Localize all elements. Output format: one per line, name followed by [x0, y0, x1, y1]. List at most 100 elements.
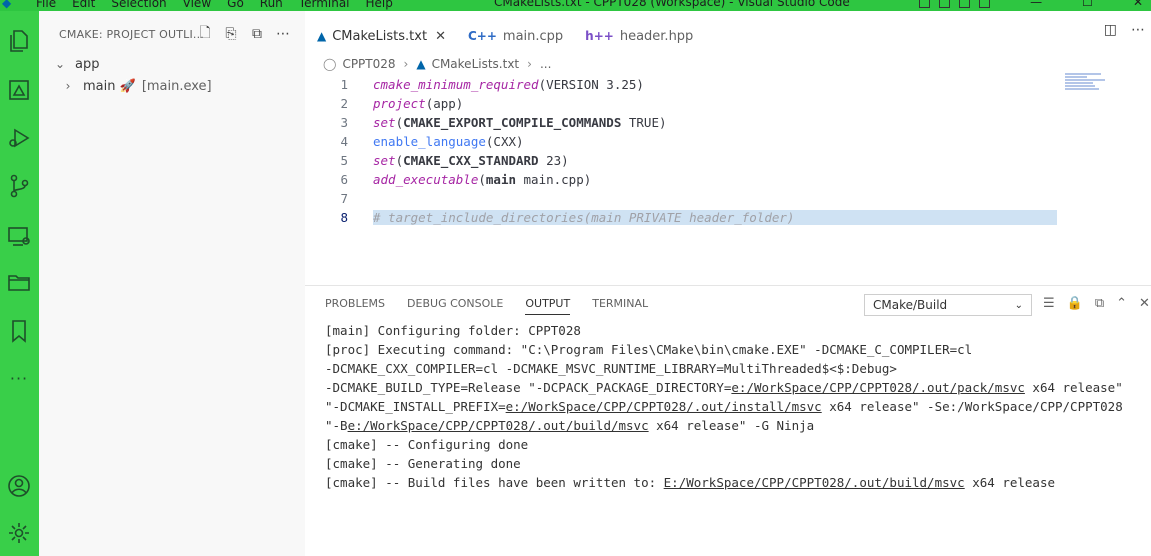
code-text: set(CMAKE_EXPORT_COMPILE_COMMANDS TRUE) [373, 115, 667, 130]
remote-explorer-icon[interactable] [4, 221, 34, 251]
line-number: 1 [340, 77, 348, 92]
chevron-right-icon: › [403, 57, 409, 71]
more-actions-icon[interactable]: ⋯ [275, 26, 291, 42]
line-number: 7 [340, 191, 348, 206]
tree-item-app[interactable]: ⌄ app [53, 53, 100, 75]
menu-selection[interactable]: Selection [111, 0, 166, 10]
code-text: # target_include_directories(main PRIVAT… [373, 210, 1057, 225]
output-channel-select[interactable]: CMake/Build ⌄ [864, 294, 1032, 316]
close-panel-icon[interactable]: ✕ [1139, 296, 1150, 311]
panel-actions: ☰ 🔒 ⧉ ⌃ ✕ [1043, 296, 1150, 311]
folder-circle-icon: ◯ [323, 57, 337, 71]
window-controls: — ☐ ✕ [910, 0, 1151, 9]
code-line: 2 project(app) [305, 94, 1065, 113]
menu-help[interactable]: Help [366, 0, 393, 10]
breadcrumb-file[interactable]: CMakeLists.txt [432, 57, 520, 71]
output-log[interactable]: [main] Configuring folder: CPPT028 [proc… [325, 321, 1123, 492]
chevron-down-icon: ⌄ [54, 57, 66, 71]
tab-output[interactable]: OUTPUT [525, 297, 571, 315]
code-text: enable_language(CXX) [373, 134, 524, 149]
close-window-icon[interactable]: ✕ [1133, 0, 1143, 9]
tab-header-hpp[interactable]: h++ header.hpp [573, 22, 703, 50]
tree-item-label: main 🚀 [83, 78, 136, 94]
code-line: 5 set(CMAKE_CXX_STANDARD 23) [305, 151, 1065, 170]
breadcrumb-folder[interactable]: CPPT028 [342, 57, 395, 71]
line-number: 8 [340, 210, 348, 225]
code-text: add_executable(main main.cpp) [373, 172, 592, 187]
code-line: 3 set(CMAKE_EXPORT_COMPILE_COMMANDS TRUE… [305, 113, 1065, 132]
line-number: 2 [340, 96, 348, 111]
editor-actions: ◫ ⋯ [1104, 22, 1145, 38]
output-channel-value: CMake/Build [873, 298, 948, 312]
clear-output-icon[interactable]: ☰ [1043, 296, 1055, 311]
split-editor-icon[interactable]: ◫ [1104, 22, 1117, 38]
tab-label: header.hpp [619, 28, 694, 44]
tree-item-label: app [75, 56, 100, 72]
line-number: 6 [340, 172, 348, 187]
open-in-editor-icon[interactable]: ⧉ [1095, 296, 1104, 311]
close-icon[interactable]: ✕ [435, 29, 446, 44]
tab-main-cpp[interactable]: C++ main.cpp [456, 22, 573, 50]
menu-terminal[interactable]: Terminal [299, 0, 350, 10]
tree-item-main[interactable]: › main 🚀 [main.exe] [61, 75, 212, 97]
activity-bar: ··· [0, 11, 39, 556]
tab-label: main.cpp [502, 28, 564, 44]
code-text: project(app) [373, 96, 464, 111]
vscode-logo-icon: ◆ [2, 0, 12, 10]
layout-panel-icon[interactable] [939, 0, 951, 8]
maximize-icon[interactable]: ☐ [1082, 0, 1093, 9]
layout-sidebar-icon[interactable] [919, 0, 931, 8]
hpp-icon: h++ [585, 29, 614, 43]
panel-tabs: PROBLEMS DEBUG CONSOLE OUTPUT TERMINAL [325, 297, 648, 315]
window-title: CMakeLists.txt - CPPT028 (Workspace) - V… [494, 0, 850, 9]
code-text: set(CMAKE_CXX_STANDARD 23) [373, 153, 569, 168]
editor-tabs: ▲ CMakeLists.txt ✕ C++ main.cpp h++ head… [305, 22, 1151, 50]
chevron-right-icon: › [65, 79, 71, 93]
source-control-icon[interactable] [4, 171, 34, 201]
settings-gear-icon[interactable] [4, 518, 34, 548]
cmake-icon: ▲ [416, 57, 426, 71]
cmake-activity-icon[interactable] [4, 75, 34, 105]
menu-bar: ◆ File Edit Selection View Go Run Termin… [0, 0, 393, 11]
tab-label: CMakeLists.txt [332, 28, 428, 44]
configure-icon[interactable]: ⎘ [223, 26, 239, 42]
menu-run[interactable]: Run [260, 0, 283, 10]
new-file-icon[interactable]: 🗋 [197, 25, 213, 42]
line-number: 3 [340, 115, 348, 130]
minimize-icon[interactable]: — [1030, 0, 1042, 9]
menu-view[interactable]: View [183, 0, 211, 10]
title-bar: ◆ File Edit Selection View Go Run Termin… [0, 0, 1151, 11]
bookmarks-icon[interactable] [4, 316, 34, 346]
code-line: 1 cmake_minimum_required(VERSION 3.25) [305, 75, 1065, 94]
run-debug-icon[interactable] [4, 123, 34, 153]
breadcrumb-more[interactable]: ... [540, 57, 551, 71]
tab-problems[interactable]: PROBLEMS [325, 297, 385, 315]
code-text: cmake_minimum_required(VERSION 3.25) [373, 77, 644, 92]
bottom-panel: PROBLEMS DEBUG CONSOLE OUTPUT TERMINAL C… [305, 285, 1151, 556]
code-line: 7 [305, 189, 1065, 208]
tab-cmakelists[interactable]: ▲ CMakeLists.txt ✕ [305, 22, 456, 50]
more-actions-icon[interactable]: ⋯ [1131, 22, 1145, 38]
cpp-icon: C++ [467, 29, 497, 43]
tree-item-description: [main.exe] [141, 78, 212, 94]
minimap[interactable] [1065, 73, 1125, 91]
menu-edit[interactable]: Edit [72, 0, 95, 10]
menu-file[interactable]: File [36, 0, 56, 10]
chevron-right-icon: › [527, 57, 532, 71]
sidebar-title: CMAKE: PROJECT OUTLI... [59, 28, 204, 41]
lock-scroll-icon[interactable]: 🔒 [1067, 296, 1083, 311]
tab-debug-console[interactable]: DEBUG CONSOLE [407, 297, 503, 315]
explorer-icon[interactable] [4, 26, 34, 56]
project-manager-icon[interactable] [4, 267, 34, 297]
code-line: 6 add_executable(main main.cpp) [305, 170, 1065, 189]
line-number: 5 [340, 153, 348, 168]
layout-secondary-icon[interactable] [959, 0, 971, 8]
more-views-icon[interactable]: ··· [4, 363, 34, 393]
collapse-all-icon[interactable]: ⧉ [249, 26, 265, 42]
accounts-icon[interactable] [4, 471, 34, 501]
tab-terminal[interactable]: TERMINAL [592, 297, 648, 315]
chevron-down-icon: ⌄ [1014, 299, 1023, 311]
menu-go[interactable]: Go [227, 0, 244, 10]
layout-custom-icon[interactable] [979, 0, 991, 8]
maximize-panel-icon[interactable]: ⌃ [1116, 296, 1127, 311]
